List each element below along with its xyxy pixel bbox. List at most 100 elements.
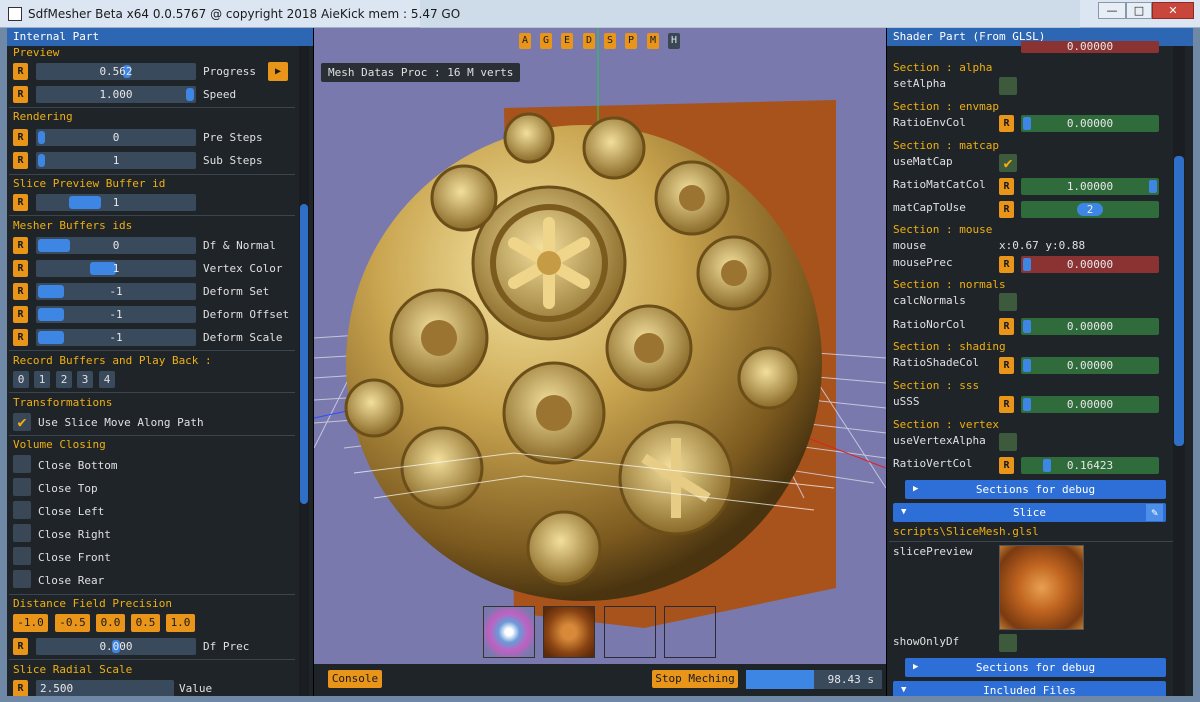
use-vertex-alpha-checkbox[interactable] [999,433,1017,451]
edit-pencil-icon[interactable]: ✎ [1146,504,1163,521]
scrollbar-thumb[interactable] [1174,156,1184,446]
sections-for-debug-header[interactable]: ▶ Sections for debug [905,480,1166,499]
matcap-to-use-slider[interactable]: 2 [1021,201,1159,218]
close-rear-label: Close Rear [38,574,105,587]
ratio-matcap-slider[interactable]: 1.00000 [1021,178,1159,195]
reset-radial-button[interactable]: R [13,680,28,696]
use-matcap-checkbox[interactable]: ✔ [999,154,1017,172]
reset-speed-button[interactable]: R [13,86,28,103]
hud-a-button[interactable]: A [519,33,531,49]
ratio-matcap-label: RatioMatCatCol [893,178,986,191]
precision-minus-0-5-button[interactable]: -0.5 [55,614,90,632]
record-buffer-4-button[interactable]: 4 [99,371,115,388]
set-alpha-checkbox[interactable] [999,77,1017,95]
radial-scale-slider[interactable]: 2.500 [36,680,174,696]
hud-s-button[interactable]: S [604,33,616,49]
hud-d-button[interactable]: D [583,33,595,49]
reset-vert-button[interactable]: R [999,457,1014,474]
df-prec-slider[interactable]: 0.000 [36,638,196,655]
top-value-slider[interactable]: 0.00000 [1021,41,1159,53]
deform-set-slider[interactable]: -1 [36,283,196,300]
reset-slice-buffer-button[interactable]: R [13,194,28,211]
close-button[interactable]: ✕ [1152,2,1194,19]
right-scrollbar[interactable] [1173,46,1185,696]
reset-deform-scale-button[interactable]: R [13,329,28,346]
hud-e-button[interactable]: E [561,33,573,49]
usss-slider[interactable]: 0.00000 [1021,396,1159,413]
reset-env-button[interactable]: R [999,115,1014,132]
reset-progress-button[interactable]: R [13,63,28,80]
normal-map-thumbnail[interactable] [483,606,535,658]
close-front-checkbox[interactable] [13,547,31,565]
close-bottom-checkbox[interactable] [13,455,31,473]
3d-viewport[interactable]: A G E D S P M H Mesh Datas Proc : 16 M v… [314,28,886,668]
record-buffer-0-button[interactable]: 0 [13,371,29,388]
hud-g-button[interactable]: G [540,33,552,49]
included-files-header[interactable]: ▼ Included Files [893,681,1166,696]
reset-df-normal-button[interactable]: R [13,237,28,254]
precision-0-button[interactable]: 0.0 [96,614,125,632]
record-buffer-1-button[interactable]: 1 [34,371,50,388]
deform-scale-slider[interactable]: -1 [36,329,196,346]
reset-vertex-color-button[interactable]: R [13,260,28,277]
speed-label: Speed [203,88,237,101]
ratio-shade-slider[interactable]: 0.00000 [1021,357,1159,374]
calc-normals-checkbox[interactable] [999,293,1017,311]
show-only-df-checkbox[interactable] [999,634,1017,652]
scrollbar-thumb[interactable] [300,204,308,504]
reset-sss-button[interactable]: R [999,396,1014,413]
slice-buffer-slider[interactable]: 1 [36,194,196,211]
reset-mouse-prec-button[interactable]: R [999,256,1014,273]
deform-offset-slider[interactable]: -1 [36,306,196,323]
mouse-prec-slider[interactable]: 0.00000 [1021,256,1159,273]
reset-nor-button[interactable]: R [999,318,1014,335]
empty-thumbnail-2[interactable] [664,606,716,658]
reset-sub-steps-button[interactable]: R [13,152,28,169]
precision-minus-1-button[interactable]: -1.0 [13,614,48,632]
record-buffer-3-button[interactable]: 3 [77,371,93,388]
precision-0-5-button[interactable]: 0.5 [131,614,160,632]
slice-move-checkbox[interactable]: ✔ [13,413,31,431]
ratio-env-slider[interactable]: 0.00000 [1021,115,1159,132]
vertex-color-slider[interactable]: 1 [36,260,196,277]
reset-matcap-ratio-button[interactable]: R [999,178,1014,195]
empty-thumbnail-1[interactable] [604,606,656,658]
df-normal-slider[interactable]: 0 [36,237,196,254]
minimize-button[interactable]: — [1098,2,1126,19]
progress-slider[interactable]: 0.562 [36,63,196,80]
speed-slider[interactable]: 1.000 [36,86,196,103]
hud-m-button[interactable]: M [647,33,659,49]
maximize-button[interactable]: □ [1126,2,1152,19]
hud-p-button[interactable]: P [625,33,637,49]
stop-meching-button[interactable]: Stop Meching [652,670,738,688]
close-right-checkbox[interactable] [13,524,31,542]
sections-for-debug-header-2[interactable]: ▶ Sections for debug [905,658,1166,677]
reset-pre-steps-button[interactable]: R [13,129,28,146]
hud-h-button[interactable]: H [668,33,680,49]
reset-shade-button[interactable]: R [999,357,1014,374]
slice-texture-thumbnail[interactable] [543,606,595,658]
reset-df-prec-button[interactable]: R [13,638,28,655]
ratio-nor-slider[interactable]: 0.00000 [1021,318,1159,335]
section-slice-radial: Slice Radial Scale [13,663,133,676]
ratio-vert-slider[interactable]: 0.16423 [1021,457,1159,474]
play-button[interactable]: ▶ [268,62,288,81]
sub-steps-slider[interactable]: 1 [36,152,196,169]
close-rear-checkbox[interactable] [13,570,31,588]
background-strip [420,0,1080,28]
slice-preview-image[interactable] [999,545,1084,630]
section-rendering: Rendering [13,110,73,123]
precision-1-button[interactable]: 1.0 [166,614,195,632]
close-top-checkbox[interactable] [13,478,31,496]
close-left-checkbox[interactable] [13,501,31,519]
pre-steps-slider[interactable]: 0 [36,129,196,146]
record-buffer-2-button[interactable]: 2 [56,371,72,388]
matcap-to-use-label: matCapToUse [893,201,966,214]
slice-header[interactable]: ▼ Slice ✎ [893,503,1166,522]
left-scrollbar[interactable] [299,46,309,696]
reset-matcap-tex-button[interactable]: R [999,201,1014,218]
df-prec-label: Df Prec [203,640,250,653]
console-button[interactable]: Console [328,670,382,688]
reset-deform-set-button[interactable]: R [13,283,28,300]
reset-deform-offset-button[interactable]: R [13,306,28,323]
